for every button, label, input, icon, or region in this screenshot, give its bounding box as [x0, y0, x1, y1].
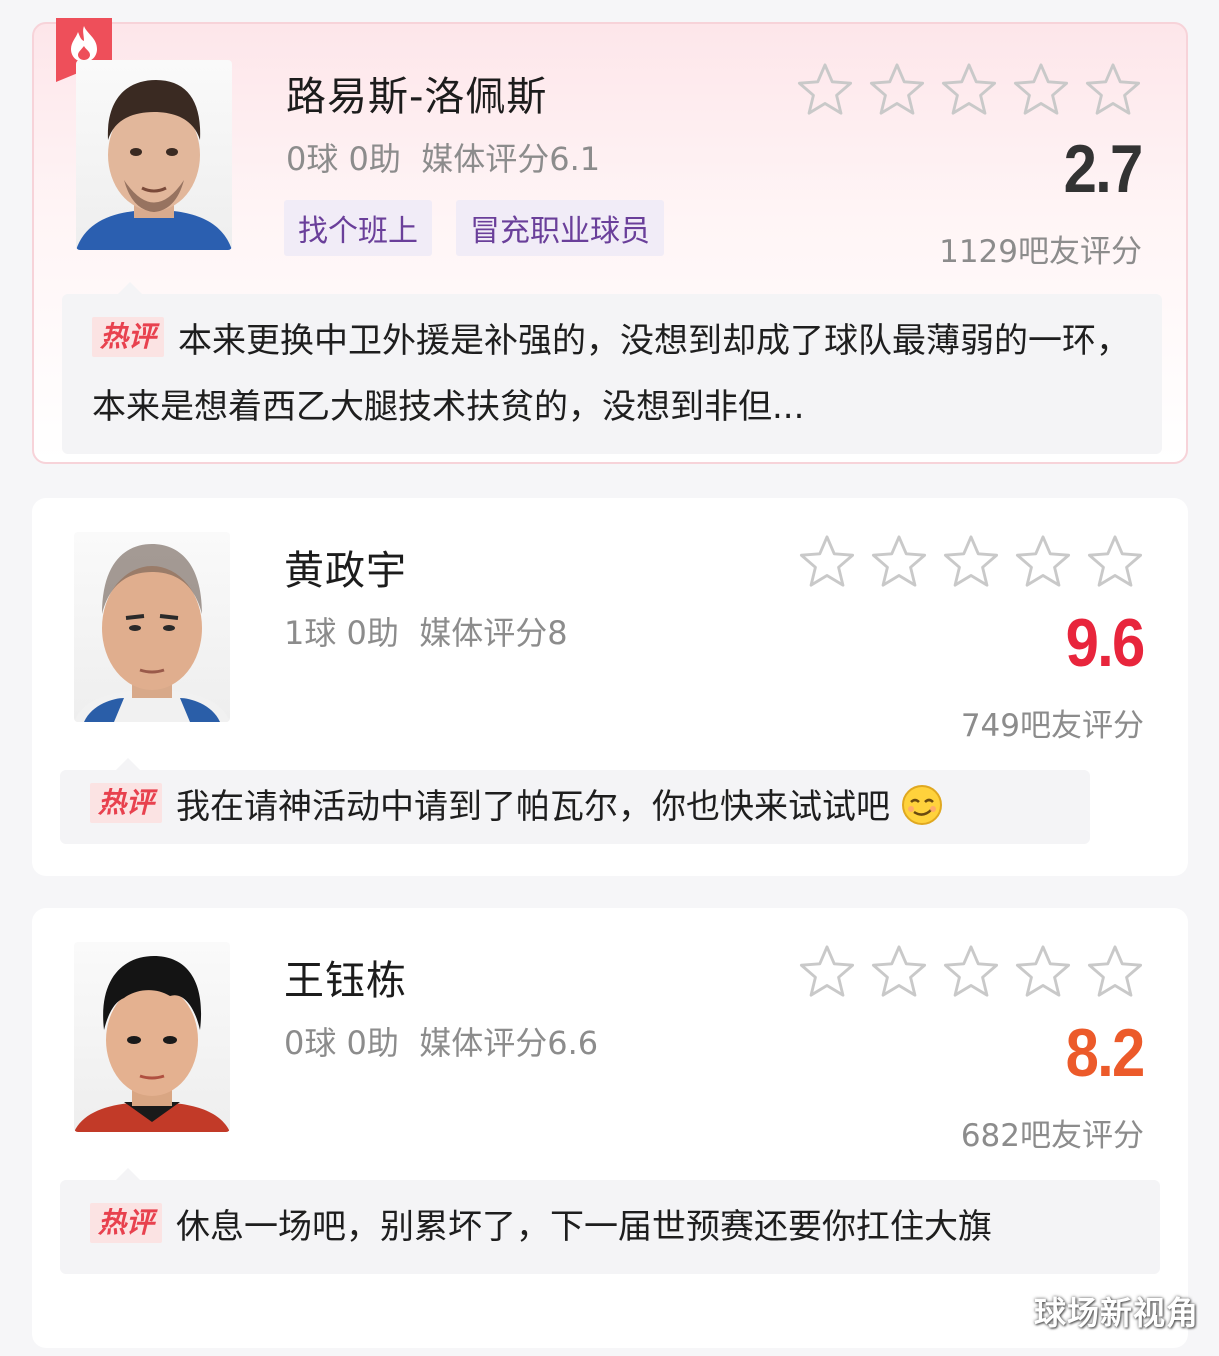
player-name: 王钰栋 — [284, 958, 407, 1004]
player-stats: 1球 0助 媒体评分8 — [284, 614, 568, 652]
comment-text: 休息一场吧，别累坏了，下一届世预赛还要你扛住大旗 — [176, 1207, 993, 1247]
hot-comment[interactable]: 热评 休息一场吧，别累坏了，下一届世预赛还要你扛住大旗 — [60, 1168, 1160, 1274]
rating-stars[interactable] — [798, 534, 1144, 590]
star-outline-icon[interactable] — [1012, 62, 1070, 118]
star-outline-icon[interactable] — [940, 62, 998, 118]
smirk-emoji-icon — [901, 782, 943, 825]
hot-comment-label: 热评 — [90, 783, 163, 823]
tag-label[interactable]: 冒充职业球员 — [456, 200, 664, 256]
star-outline-icon[interactable] — [1014, 944, 1072, 1000]
star-outline-icon[interactable] — [1014, 534, 1072, 590]
comment-text: 我在请神活动中请到了帕瓦尔，你也快来试试吧 — [176, 787, 891, 827]
watermark: 球场新视角 — [1033, 1294, 1199, 1332]
score-value: 2.7 — [1064, 131, 1144, 207]
star-outline-icon[interactable] — [1086, 944, 1144, 1000]
star-outline-icon[interactable] — [942, 534, 1000, 590]
score-value: 8.2 — [1066, 1015, 1146, 1091]
player-card-lopez[interactable]: 路易斯-洛佩斯 0球 0助 媒体评分6.1 找个班上 冒充职业球员 2.7 11… — [32, 18, 1188, 464]
rater-count: 749吧友评分 — [960, 708, 1144, 744]
hot-comment-label: 热评 — [92, 317, 165, 357]
hot-comment[interactable]: 热评 我在请神活动中请到了帕瓦尔，你也快来试试吧 — [60, 758, 1090, 844]
player-avatar — [74, 532, 230, 722]
star-outline-icon[interactable] — [1084, 62, 1142, 118]
player-card-huang[interactable]: 黄政宇 1球 0助 媒体评分8 9.6 749吧友评分 热评 我在请神活动中请到了… — [32, 498, 1188, 876]
star-outline-icon[interactable] — [1086, 534, 1144, 590]
player-avatar — [76, 60, 232, 250]
player-stats: 0球 0助 媒体评分6.6 — [284, 1024, 599, 1062]
rating-stars[interactable] — [798, 944, 1144, 1000]
hot-comment-label: 热评 — [90, 1203, 163, 1243]
score-value: 9.6 — [1066, 605, 1146, 681]
rating-stars[interactable] — [796, 62, 1142, 118]
hot-comment[interactable]: 热评 本来更换中卫外援是补强的，没想到却成了球队最薄弱的一环，本来是想着西乙大腿技… — [62, 282, 1162, 454]
player-name: 路易斯-洛佩斯 — [286, 74, 548, 120]
star-outline-icon[interactable] — [798, 944, 856, 1000]
star-outline-icon[interactable] — [798, 534, 856, 590]
tag-label[interactable]: 找个班上 — [284, 200, 432, 256]
player-card-wang[interactable]: 王钰栋 0球 0助 媒体评分6.6 8.2 682吧友评分 热评 休息一场吧，别累… — [32, 908, 1188, 1348]
rater-count: 1129吧友评分 — [939, 234, 1142, 270]
star-outline-icon[interactable] — [868, 62, 926, 118]
star-outline-icon[interactable] — [870, 534, 928, 590]
star-outline-icon[interactable] — [796, 62, 854, 118]
player-stats: 0球 0助 媒体评分6.1 — [286, 140, 601, 178]
star-outline-icon[interactable] — [870, 944, 928, 1000]
comment-text: 本来更换中卫外援是补强的，没想到却成了球队最薄弱的一环，本来是想着西乙大腿技术扶… — [92, 321, 1131, 427]
player-avatar — [74, 942, 230, 1132]
rater-count: 682吧友评分 — [960, 1118, 1144, 1154]
player-name: 黄政宇 — [284, 548, 407, 594]
player-tags: 找个班上 冒充职业球员 — [284, 200, 664, 256]
star-outline-icon[interactable] — [942, 944, 1000, 1000]
